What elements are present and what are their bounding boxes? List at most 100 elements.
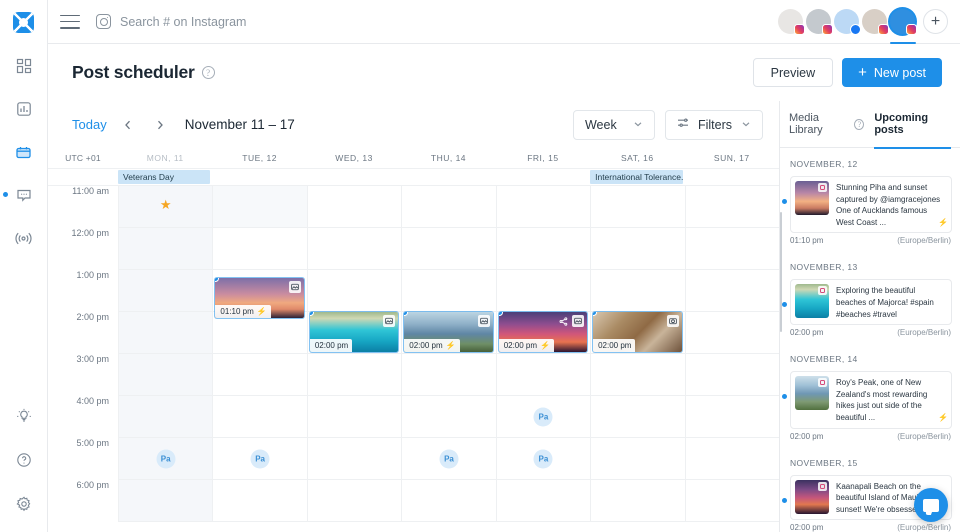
calendar-event-card[interactable]: 02:00 pm ⚡ xyxy=(404,312,493,352)
avatar[interactable] xyxy=(862,9,889,35)
preview-button[interactable]: Preview xyxy=(752,58,834,87)
calendar-cell[interactable]: Pa xyxy=(496,396,591,438)
sidebar-item-help[interactable] xyxy=(12,448,36,472)
calendar-cell[interactable] xyxy=(685,270,779,312)
calendar-cell[interactable] xyxy=(685,354,779,396)
all-day-cell-5[interactable]: International Tolerance... xyxy=(590,169,684,185)
avatar[interactable] xyxy=(806,9,833,35)
calendar-cell[interactable] xyxy=(591,228,685,270)
calendar-cell[interactable] xyxy=(591,270,685,312)
calendar-cell[interactable] xyxy=(213,396,307,438)
all-day-cell-2[interactable] xyxy=(307,169,401,185)
today-button[interactable]: Today xyxy=(72,117,107,132)
calendar-cell[interactable] xyxy=(685,396,779,438)
list-item[interactable]: Roy's Peak, one of New Zealand's most re… xyxy=(780,371,960,429)
calendar-cell[interactable] xyxy=(591,438,685,480)
sidebar-item-dashboard[interactable] xyxy=(12,54,36,78)
calendar-cell[interactable] xyxy=(591,396,685,438)
calendar-cell[interactable] xyxy=(307,186,402,228)
calendar-cell[interactable] xyxy=(402,270,496,312)
avatar[interactable] xyxy=(834,9,861,35)
calendar-cell[interactable] xyxy=(496,270,591,312)
search-input[interactable] xyxy=(120,14,440,29)
view-select[interactable]: Week xyxy=(572,109,655,140)
calendar-cell[interactable]: Pa xyxy=(402,438,496,480)
calendar-cell[interactable] xyxy=(119,228,213,270)
sidebar-item-inbox[interactable] xyxy=(2,183,36,207)
calendar-cell[interactable] xyxy=(402,186,496,228)
all-day-cell-4[interactable] xyxy=(496,169,590,185)
sidebar-item-listening[interactable] xyxy=(12,226,36,250)
calendar-cell[interactable]: Pa xyxy=(119,438,213,480)
all-day-cell-3[interactable] xyxy=(401,169,495,185)
calendar-cell[interactable] xyxy=(119,396,213,438)
filters-button[interactable]: Filters xyxy=(664,109,763,140)
sidebar-item-ideas[interactable] xyxy=(12,404,36,428)
post-card[interactable]: Roy's Peak, one of New Zealand's most re… xyxy=(790,371,952,429)
calendar-cell[interactable] xyxy=(119,270,213,312)
calendar-cell[interactable] xyxy=(119,480,213,522)
avatar-selected[interactable] xyxy=(889,9,917,44)
calendar-cell[interactable] xyxy=(307,396,402,438)
sidebar-item-settings[interactable] xyxy=(12,492,36,516)
calendar-cell[interactable] xyxy=(402,228,496,270)
calendar-cell[interactable] xyxy=(685,312,779,354)
list-item[interactable]: Stunning Piha and sunset captured by @ia… xyxy=(780,176,960,234)
calendar-cell[interactable] xyxy=(591,186,685,228)
calendar-cell[interactable] xyxy=(213,480,307,522)
calendar-cell[interactable] xyxy=(307,438,402,480)
chat-bubble-icon[interactable] xyxy=(914,488,948,522)
calendar-cell[interactable] xyxy=(213,312,307,354)
calendar-cell[interactable] xyxy=(496,354,591,396)
share-icon[interactable] xyxy=(557,315,569,327)
tab-media-library[interactable]: Media Library ? xyxy=(789,101,865,148)
calendar-cell[interactable] xyxy=(496,186,591,228)
calendar-cell[interactable]: ★ xyxy=(119,186,213,228)
best-time-badge[interactable]: Pa xyxy=(250,449,270,468)
page-title-help-icon[interactable]: ? xyxy=(201,66,215,79)
calendar-cell[interactable] xyxy=(685,438,779,480)
list-item[interactable]: Exploring the beautiful beaches of Major… xyxy=(780,279,960,326)
calendar-cell[interactable] xyxy=(119,312,213,354)
calendar-cell[interactable]: Pa xyxy=(496,438,591,480)
calendar-cell[interactable] xyxy=(496,480,591,522)
prev-week-button[interactable] xyxy=(117,114,139,136)
best-time-badge[interactable]: Pa xyxy=(533,407,553,426)
calendar-cell[interactable] xyxy=(307,480,402,522)
calendar-cell[interactable] xyxy=(213,228,307,270)
avatar[interactable] xyxy=(778,9,805,35)
best-time-badge[interactable]: Pa xyxy=(439,449,459,468)
calendar-event-card[interactable]: 01:10 pm ⚡ xyxy=(215,278,304,318)
calendar-cell[interactable] xyxy=(591,354,685,396)
next-week-button[interactable] xyxy=(149,114,171,136)
app-logo[interactable] xyxy=(13,12,34,33)
calendar-cell[interactable] xyxy=(591,480,685,522)
calendar-cell[interactable] xyxy=(307,228,402,270)
all-day-cell-0[interactable]: Veterans Day xyxy=(118,169,212,185)
hamburger-icon[interactable] xyxy=(60,14,80,29)
calendar-event-card[interactable]: 02:00 pm ⚡ xyxy=(498,312,588,352)
calendar-event-card[interactable]: 02:00 pm xyxy=(309,312,399,352)
calendar-cell[interactable]: Pa xyxy=(213,438,307,480)
calendar-cell[interactable] xyxy=(402,480,496,522)
tab-upcoming-posts[interactable]: Upcoming posts xyxy=(874,101,951,149)
new-post-button[interactable]: + New post xyxy=(842,58,942,87)
best-time-badge[interactable]: Pa xyxy=(533,449,553,468)
sidebar-item-analytics[interactable] xyxy=(12,97,36,121)
calendar-cell[interactable] xyxy=(402,354,496,396)
calendar-event-card[interactable]: 02:00 pm xyxy=(593,312,682,352)
all-day-cell-1[interactable] xyxy=(212,169,306,185)
calendar-scroll-area[interactable]: 11:00 am 12:00 pm 1:00 pm 2:00 pm 3:00 pm 4:0… xyxy=(48,186,779,532)
calendar-cell[interactable] xyxy=(307,354,402,396)
calendar-cell[interactable] xyxy=(119,354,213,396)
post-card[interactable]: Stunning Piha and sunset captured by @ia… xyxy=(790,176,952,234)
post-card[interactable]: Exploring the beautiful beaches of Major… xyxy=(790,279,952,326)
calendar-cell[interactable] xyxy=(496,228,591,270)
calendar-cell[interactable] xyxy=(213,186,307,228)
calendar-cell[interactable] xyxy=(685,186,779,228)
add-account-button[interactable]: + xyxy=(923,9,948,34)
best-time-badge[interactable]: Pa xyxy=(156,449,176,468)
calendar-cell[interactable] xyxy=(685,480,779,522)
upcoming-posts-list[interactable]: NOVEMBER, 12 Stunning Piha and sunset cap… xyxy=(780,148,960,532)
calendar-cell[interactable] xyxy=(685,228,779,270)
